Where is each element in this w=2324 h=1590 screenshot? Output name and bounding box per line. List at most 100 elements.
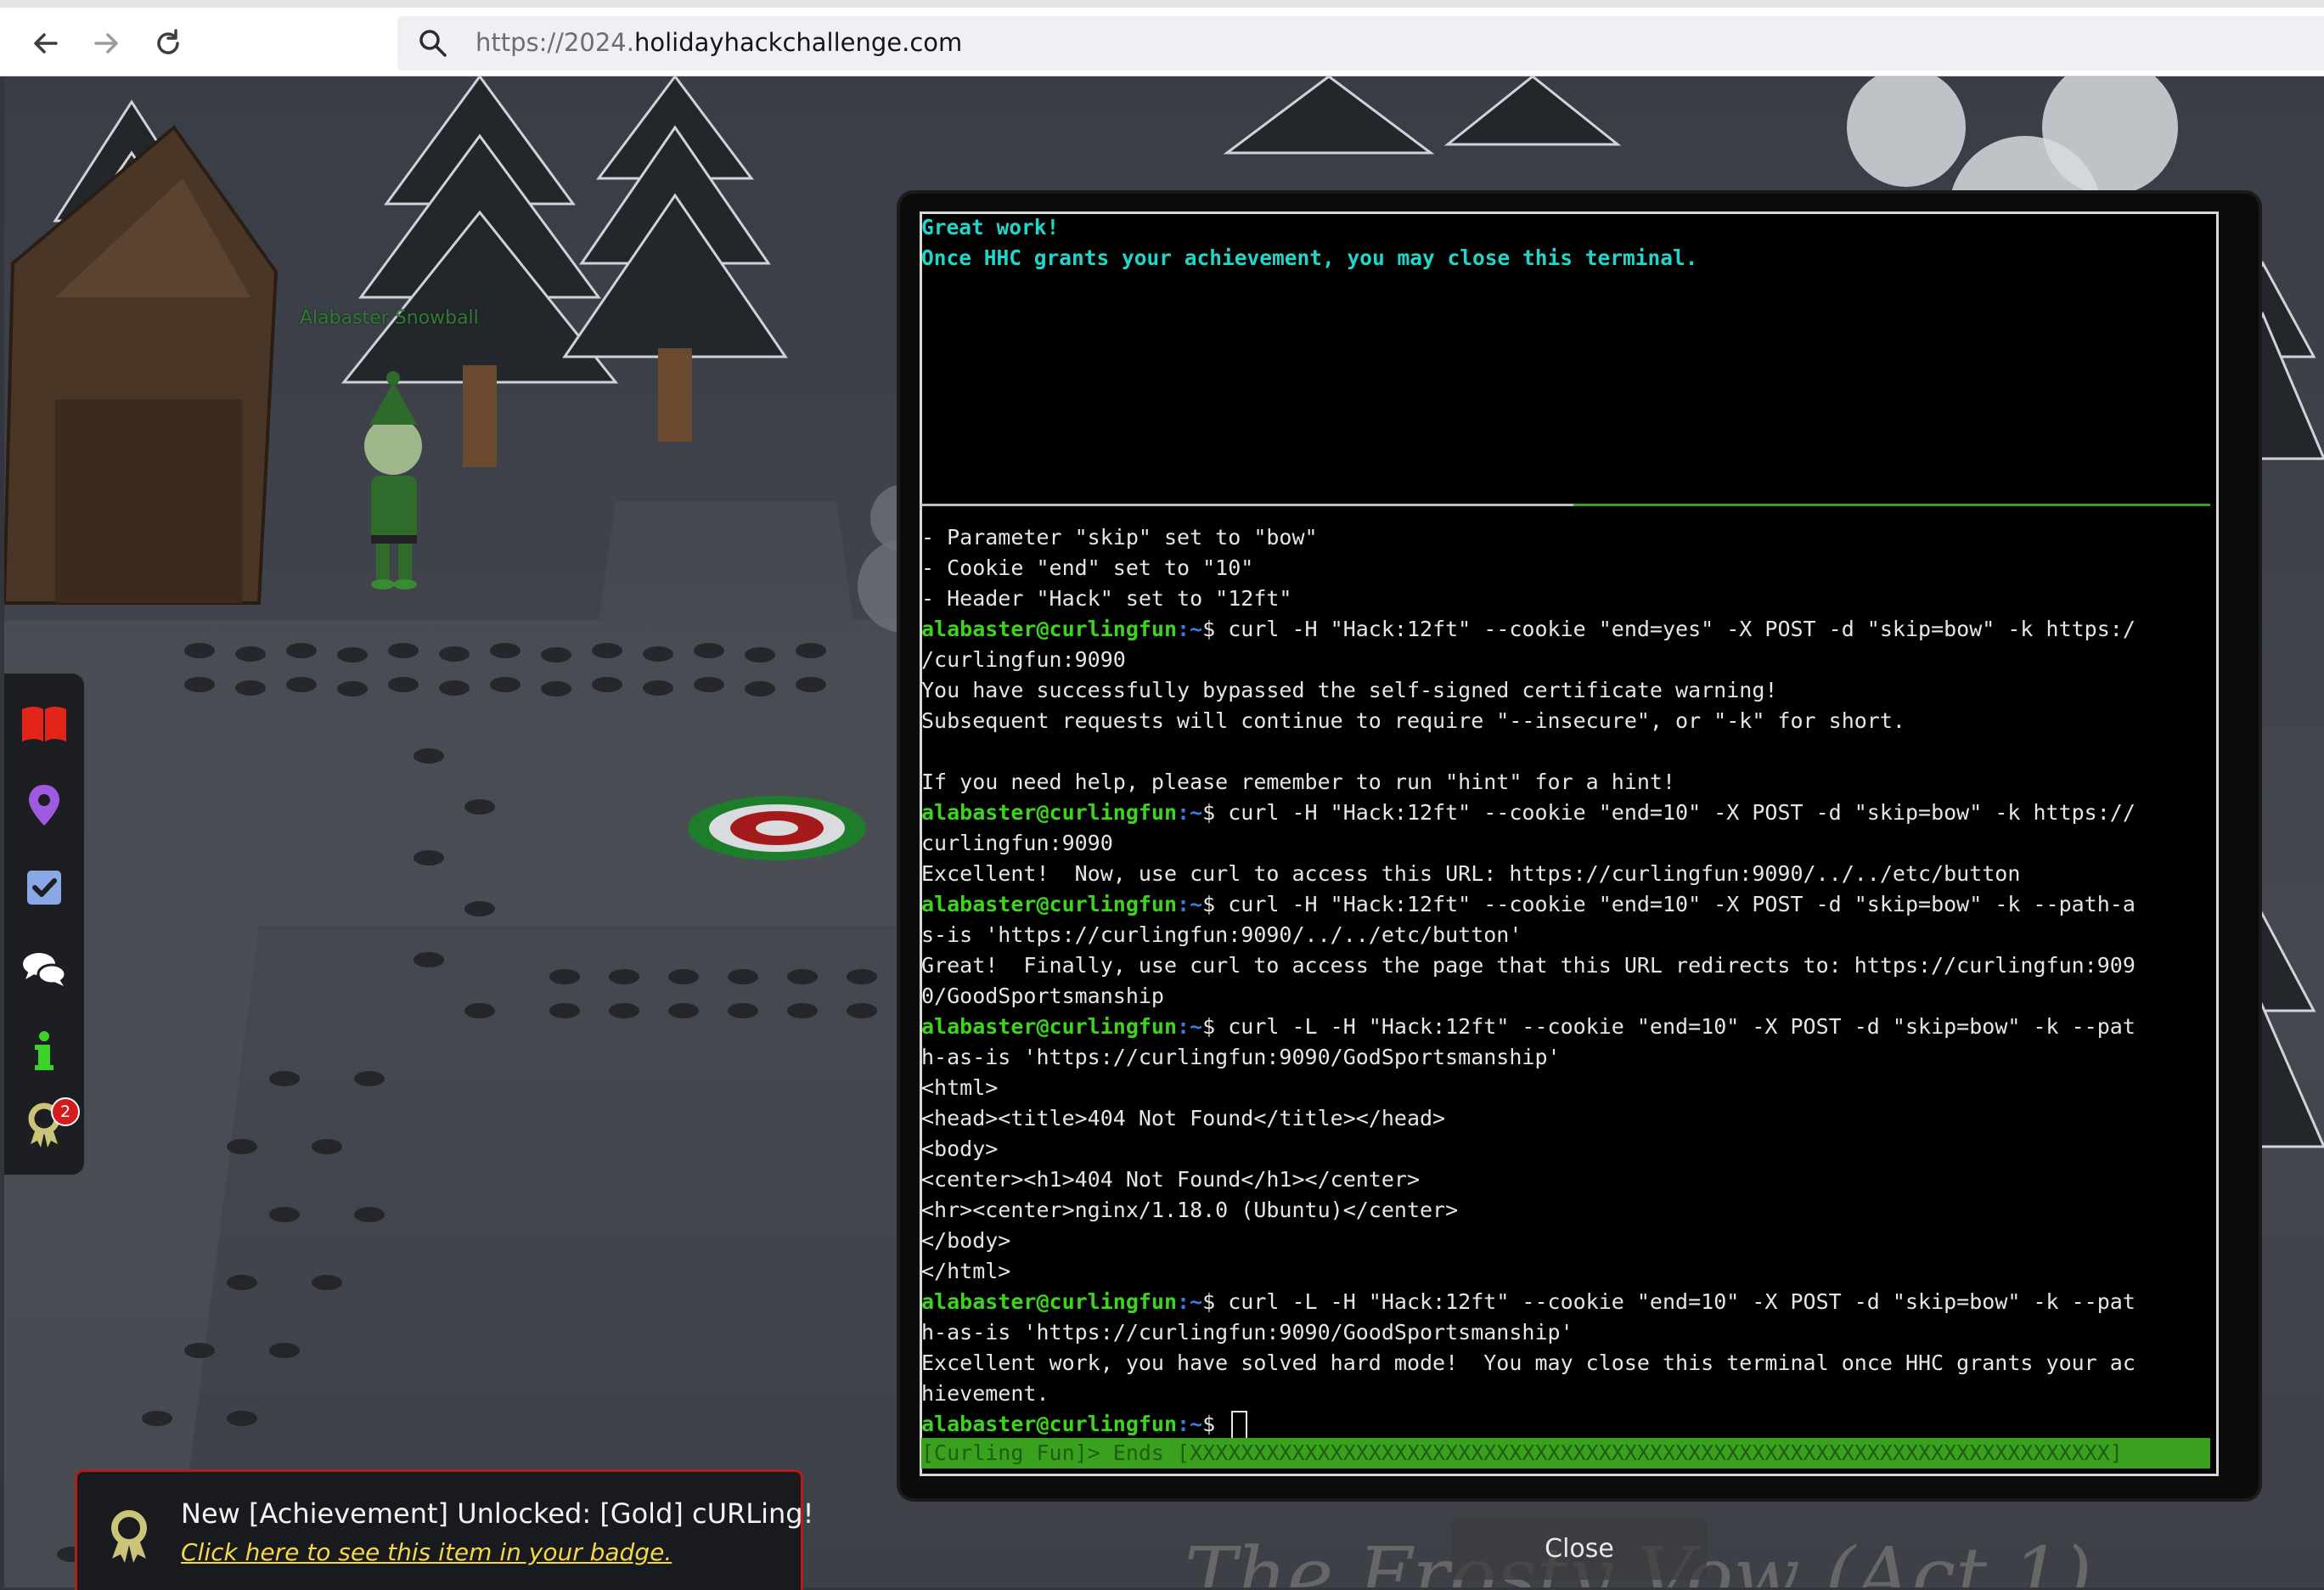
- line-text: h-as-is 'https://curlingfun:9090/GodSpor…: [921, 1045, 1561, 1069]
- line-text: <body>: [921, 1136, 999, 1161]
- line-text: $ curl -L -H "Hack:12ft" --cookie "end=1…: [1202, 1014, 2135, 1039]
- prompt-path: :~: [1177, 892, 1203, 916]
- terminal-output-line: s-is 'https://curlingfun:9090/../../etc/…: [921, 920, 2212, 950]
- prompt-path: :~: [1177, 1412, 1203, 1436]
- line-text: $ curl -L -H "Hack:12ft" --cookie "end=1…: [1202, 1289, 2135, 1314]
- terminal-command-line: alabaster@curlingfun:~$ curl -L -H "Hack…: [921, 1012, 2212, 1042]
- line-text: - Cookie "end" set to "10": [921, 555, 1254, 580]
- line-text: </html>: [921, 1259, 1011, 1283]
- terminal-header-line: Great work!: [921, 215, 1060, 240]
- line-text: h-as-is 'https://curlingfun:9090/GoodSpo…: [921, 1320, 1573, 1345]
- back-button[interactable]: [29, 26, 63, 60]
- terminal-output-line: If you need help, please remember to run…: [921, 767, 2212, 798]
- line-text: <html>: [921, 1075, 999, 1100]
- line-text: - Header "Hack" set to "12ft": [921, 586, 1292, 611]
- line-text: $ curl -H "Hack:12ft" --cookie "end=10" …: [1202, 800, 2135, 825]
- browser-toolbar: https://2024.holidayhackchallenge.com: [0, 8, 2324, 76]
- terminal-command-line: alabaster@curlingfun:~$: [921, 1409, 2212, 1440]
- forward-button[interactable]: [89, 26, 123, 60]
- line-text: hievement.: [921, 1381, 1049, 1406]
- sidebar-item-info[interactable]: [19, 1026, 70, 1077]
- line-text: <head><title>404 Not Found</title></head…: [921, 1106, 1446, 1130]
- terminal-output-line: <center><h1>404 Not Found</h1></center>: [921, 1164, 2212, 1195]
- sidebar-item-badge-book[interactable]: [19, 699, 70, 750]
- terminal-output-line: You have successfully bypassed the self-…: [921, 675, 2212, 706]
- forward-arrow-icon: [94, 33, 118, 54]
- line-text: Excellent! Now, use curl to access this …: [921, 861, 2021, 886]
- prompt-user: alabaster@curlingfun: [921, 800, 1178, 825]
- terminal-output-line: <head><title>404 Not Found</title></head…: [921, 1103, 2212, 1134]
- line-text: Great! Finally, use curl to access the p…: [921, 953, 2135, 978]
- url-text: https://2024.holidayhackchallenge.com: [475, 28, 962, 57]
- line-text: s-is 'https://curlingfun:9090/../../etc/…: [921, 922, 1522, 947]
- line-text: You have successfully bypassed the self-…: [921, 678, 1778, 702]
- info-icon: [35, 1031, 53, 1070]
- terminal-output-line: <html>: [921, 1073, 2212, 1103]
- prompt-user: alabaster@curlingfun: [921, 892, 1178, 916]
- prompt-path: :~: [1177, 800, 1203, 825]
- terminal-output-line: <body>: [921, 1134, 2212, 1164]
- url-domain: holidayhackchallenge.com: [633, 28, 963, 57]
- line-text: Excellent work, you have solved hard mod…: [921, 1350, 2135, 1375]
- search-icon: [419, 30, 447, 57]
- line-text: $ curl -H "Hack:12ft" --cookie "end=10" …: [1202, 892, 2135, 916]
- terminal-output-line: </html>: [921, 1256, 2212, 1287]
- line-text: 0/GoodSportsmanship: [921, 984, 1164, 1008]
- terminal-output-line: Subsequent requests will continue to req…: [921, 706, 2212, 736]
- toast-badge-link[interactable]: Click here to see this item in your badg…: [181, 1538, 672, 1566]
- back-arrow-icon: [34, 33, 58, 54]
- line-text: </body>: [921, 1228, 1011, 1253]
- sidebar-item-objectives[interactable]: [19, 862, 70, 913]
- pane-divider-right: [1573, 504, 2210, 506]
- terminal-command-line: alabaster@curlingfun:~$ curl -H "Hack:12…: [921, 614, 2212, 645]
- line-text: <center><h1>404 Not Found</h1></center>: [921, 1167, 1420, 1192]
- terminal-output-line: curlingfun:9090: [921, 828, 2212, 859]
- terminal-output-line: - Header "Hack" set to "12ft": [921, 584, 2212, 614]
- terminal-output-line: hievement.: [921, 1379, 2212, 1409]
- line-text: If you need help, please remember to run…: [921, 770, 1676, 794]
- reload-icon: [157, 29, 179, 54]
- sidebar-item-chat[interactable]: [19, 944, 70, 995]
- line-text: $ curl -H "Hack:12ft" --cookie "end=yes"…: [1202, 617, 2135, 641]
- close-terminal-button[interactable]: Close: [1452, 1519, 1707, 1580]
- terminal-output-line: </body>: [921, 1226, 2212, 1256]
- checkbox-icon: [27, 871, 61, 905]
- reload-button[interactable]: [151, 26, 185, 60]
- line-text: /curlingfun:9090: [921, 647, 1126, 672]
- line-text: curlingfun:9090: [921, 831, 1113, 855]
- terminal-header-pane: Great work! Once HHC grants your achieve…: [921, 212, 2212, 505]
- terminal-header-line: Once HHC grants your achievement, you ma…: [921, 245, 1698, 270]
- book-icon: [22, 707, 66, 741]
- prompt-path: :~: [1177, 617, 1203, 641]
- prompt-user: alabaster@curlingfun: [921, 1014, 1178, 1039]
- terminal-command-line: alabaster@curlingfun:~$ curl -L -H "Hack…: [921, 1287, 2212, 1317]
- terminal-output-line: h-as-is 'https://curlingfun:9090/GoodSpo…: [921, 1317, 2212, 1348]
- terminal-output-line: - Parameter "skip" set to "bow": [921, 522, 2212, 553]
- achievement-count-badge: 2: [51, 1097, 80, 1126]
- terminal-cursor: [1231, 1411, 1248, 1440]
- prompt-user: alabaster@curlingfun: [921, 617, 1178, 641]
- terminal-output[interactable]: - Parameter "skip" set to "bow" - Cookie …: [921, 522, 2212, 1440]
- address-bar[interactable]: https://2024.holidayhackchallenge.com: [397, 16, 2324, 70]
- npc-name-label: Alabaster Snowball: [300, 307, 479, 329]
- sidebar-item-map[interactable]: [19, 780, 70, 831]
- prompt-path: :~: [1177, 1289, 1203, 1314]
- line-text: Subsequent requests will continue to req…: [921, 708, 1905, 733]
- terminal-output-line: Excellent! Now, use curl to access this …: [921, 859, 2212, 889]
- prompt-path: :~: [1177, 1014, 1203, 1039]
- line-text: <hr><center>nginx/1.18.0 (Ubuntu)</cente…: [921, 1198, 1459, 1222]
- chat-icon: [23, 953, 67, 986]
- terminal-output-line: Great! Finally, use curl to access the p…: [921, 950, 2212, 981]
- terminal-output-line: /curlingfun:9090: [921, 645, 2212, 675]
- terminal-status-bar: [Curling Fun]> Ends [XXXXXXXXXXXXXXXXXXX…: [921, 1438, 2210, 1469]
- pane-divider-left: [921, 504, 1573, 506]
- prompt-user: alabaster@curlingfun: [921, 1412, 1178, 1436]
- terminal-command-line: alabaster@curlingfun:~$ curl -H "Hack:12…: [921, 889, 2212, 920]
- prompt-user: alabaster@curlingfun: [921, 1289, 1178, 1314]
- window-top-strip: [0, 0, 2324, 8]
- terminal-command-line: alabaster@curlingfun:~$ curl -H "Hack:12…: [921, 798, 2212, 828]
- achievement-toast[interactable]: New [Achievement] Unlocked: [Gold] cURLi…: [75, 1469, 813, 1590]
- line-text: $: [1202, 1412, 1229, 1436]
- toast-title: New [Achievement] Unlocked: [Gold] cURLi…: [181, 1497, 814, 1530]
